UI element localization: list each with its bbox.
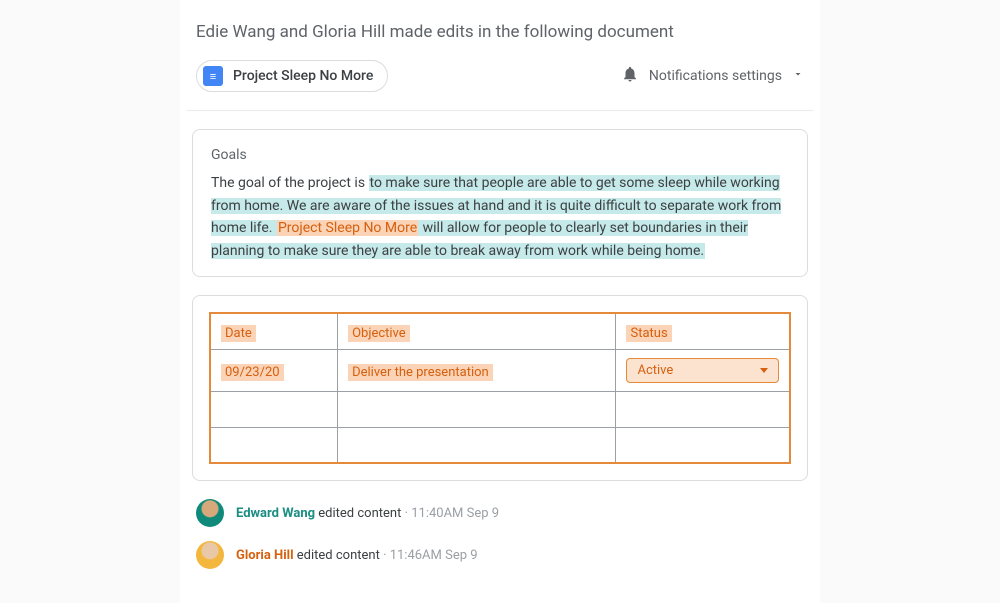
table-card: Date Objective Status 09/23/20 Deliver t… bbox=[192, 295, 808, 482]
activity-feed: Edward Wang edited content · 11:40AM Sep… bbox=[186, 499, 814, 569]
avatar bbox=[196, 499, 224, 527]
toolbar: ≡ Project Sleep No More Notifications se… bbox=[186, 60, 814, 111]
avatar bbox=[196, 541, 224, 569]
goals-card: Goals The goal of the project is to make… bbox=[192, 129, 808, 277]
status-value: Active bbox=[637, 363, 673, 378]
goals-highlight-project: Project Sleep No More bbox=[277, 220, 418, 236]
feed-item: Gloria Hill edited content · 11:46AM Sep… bbox=[196, 541, 804, 569]
goals-heading: Goals bbox=[211, 144, 789, 166]
feed-item: Edward Wang edited content · 11:40AM Sep… bbox=[196, 499, 804, 527]
notification-card: Edie Wang and Gloria Hill made edits in … bbox=[180, 0, 820, 603]
feed-sep: · bbox=[380, 548, 390, 563]
feed-time: 11:46AM Sep 9 bbox=[390, 548, 478, 563]
col-objective-header: Objective bbox=[348, 325, 410, 342]
notifications-settings-button[interactable]: Notifications settings bbox=[621, 65, 804, 87]
cell-objective: Deliver the presentation bbox=[348, 364, 493, 381]
feed-user[interactable]: Edward Wang bbox=[236, 506, 315, 521]
caret-down-icon bbox=[760, 368, 768, 373]
bell-icon bbox=[621, 65, 639, 87]
feed-user[interactable]: Gloria Hill bbox=[236, 548, 294, 563]
goals-body: The goal of the project is to make sure … bbox=[211, 172, 789, 262]
col-date-header: Date bbox=[221, 325, 256, 342]
chevron-down-icon bbox=[792, 68, 804, 84]
table-row bbox=[210, 391, 790, 427]
feed-action: edited content bbox=[294, 548, 380, 563]
feed-time: 11:40AM Sep 9 bbox=[411, 506, 499, 521]
page-title: Edie Wang and Gloria Hill made edits in … bbox=[186, 22, 814, 42]
status-dropdown[interactable]: Active bbox=[626, 358, 779, 383]
feed-action: edited content bbox=[315, 506, 401, 521]
table-row bbox=[210, 427, 790, 463]
table-row: 09/23/20 Deliver the presentation Active bbox=[210, 349, 790, 391]
objectives-table: Date Objective Status 09/23/20 Deliver t… bbox=[209, 312, 791, 465]
feed-sep: · bbox=[401, 506, 411, 521]
docs-icon: ≡ bbox=[203, 66, 223, 86]
goals-prefix: The goal of the project is bbox=[211, 175, 369, 191]
table-header-row: Date Objective Status bbox=[210, 313, 790, 350]
cell-date: 09/23/20 bbox=[221, 364, 284, 381]
document-name: Project Sleep No More bbox=[233, 68, 373, 84]
col-status-header: Status bbox=[626, 325, 671, 342]
document-chip[interactable]: ≡ Project Sleep No More bbox=[196, 60, 388, 92]
notifications-label: Notifications settings bbox=[649, 68, 782, 84]
